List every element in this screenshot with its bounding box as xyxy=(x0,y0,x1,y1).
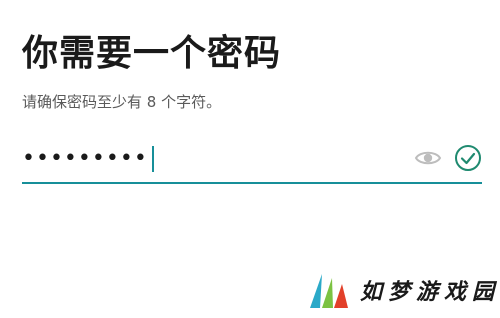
password-input-value[interactable]: ••••••••• xyxy=(22,146,154,172)
watermark: 如梦游戏园 xyxy=(306,268,500,312)
page-title: 你需要一个密码 xyxy=(22,33,282,74)
check-circle-icon-graphic xyxy=(455,145,481,171)
eye-icon-graphic xyxy=(414,151,442,165)
watermark-text: 如梦游戏园 xyxy=(360,280,500,305)
eye-icon[interactable] xyxy=(414,146,442,170)
page-subtitle: 请确保密码至少有 8 个字符。 xyxy=(22,93,222,111)
password-field[interactable]: ••••••••• xyxy=(22,140,482,184)
watermark-logo xyxy=(310,274,348,308)
password-mask: ••••••••• xyxy=(22,146,148,171)
check-circle-icon xyxy=(454,144,482,172)
password-setup-screen: 你需要一个密码 请确保密码至少有 8 个字符。 ••••••••• 如梦游戏园 xyxy=(0,0,500,318)
text-caret xyxy=(151,146,154,172)
